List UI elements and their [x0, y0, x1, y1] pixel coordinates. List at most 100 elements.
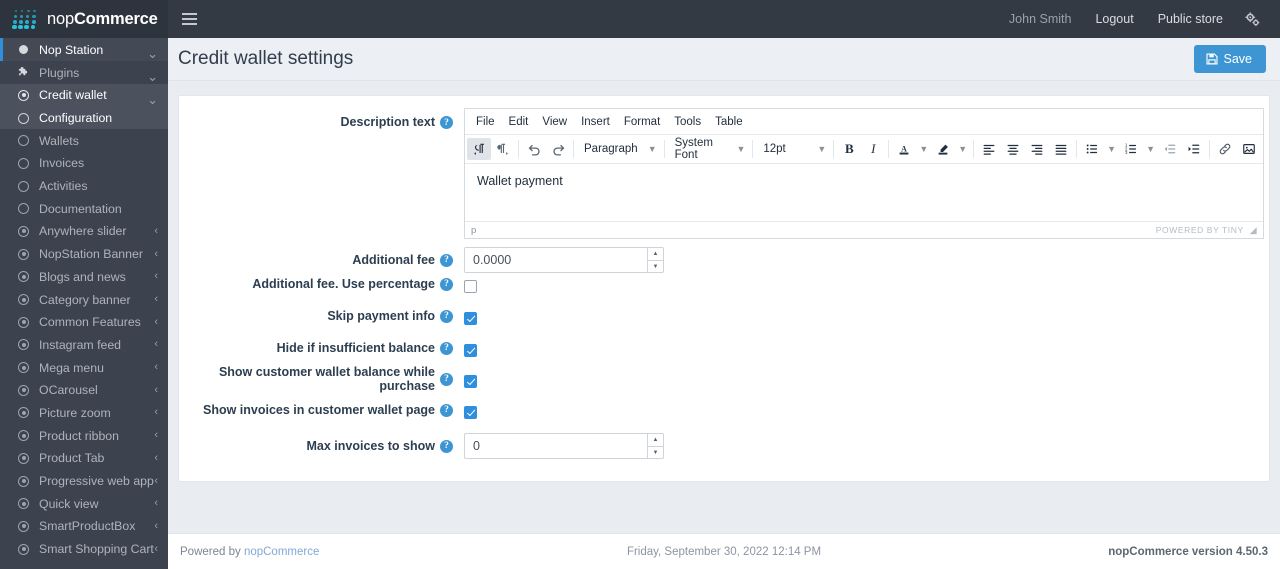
chevron-down-icon[interactable]: ⌄: [147, 70, 158, 83]
chevron-left-icon[interactable]: ‹: [154, 362, 158, 373]
chevron-left-icon[interactable]: ‹: [154, 452, 158, 464]
editor-menu-view[interactable]: View: [535, 113, 574, 131]
rich-text-editor[interactable]: FileEditViewInsertFormatToolsTable: [464, 108, 1264, 239]
sidebar-item-mega-menu[interactable]: Mega menu ‹: [0, 356, 168, 379]
sidebar-item-invoices[interactable]: Invoices: [0, 152, 168, 175]
user-name-link[interactable]: John Smith: [997, 0, 1084, 38]
outdent-icon[interactable]: [1158, 138, 1182, 160]
sidebar-item-nop-station[interactable]: Nop Station ⌄: [0, 38, 168, 61]
chevron-left-icon[interactable]: ‹: [154, 271, 158, 282]
use-percentage-checkbox[interactable]: [464, 280, 477, 294]
sidebar-item-product-tab[interactable]: Product Tab ‹: [0, 447, 168, 470]
chevron-down-icon[interactable]: ⌄: [147, 47, 158, 60]
italic-icon[interactable]: I: [861, 138, 885, 160]
paragraph-style-select[interactable]: Paragraph ▼: [577, 138, 661, 160]
chevron-left-icon[interactable]: ‹: [154, 339, 158, 350]
spinner-up-icon[interactable]: ▲: [647, 433, 664, 447]
help-icon[interactable]: ?: [440, 403, 453, 417]
show-balance-checkbox[interactable]: [464, 375, 477, 389]
resize-handle-icon[interactable]: ◢: [1250, 225, 1257, 236]
sidebar-item-progressive-web-app[interactable]: Progressive web app ‹: [0, 470, 168, 493]
editor-menu-file[interactable]: File: [469, 113, 502, 131]
chevron-left-icon[interactable]: ‹: [154, 407, 158, 418]
chevron-down-icon[interactable]: ⌄: [147, 93, 158, 106]
sidebar-item-category-banner[interactable]: Category banner ‹: [0, 288, 168, 311]
sidebar-item-blogs-and-news[interactable]: Blogs and news ‹: [0, 266, 168, 289]
chevron-left-icon[interactable]: ‹: [154, 384, 158, 396]
sidebar-item-instagram-feed[interactable]: Instagram feed ‹: [0, 334, 168, 357]
redo-icon[interactable]: [546, 138, 570, 160]
sidebar-item-anywhere-slider[interactable]: Anywhere slider ‹: [0, 220, 168, 243]
editor-menu-insert[interactable]: Insert: [574, 113, 617, 131]
sidebar-item-smartproductbox[interactable]: SmartProductBox ‹: [0, 515, 168, 538]
font-family-select[interactable]: System Font ▼: [668, 137, 750, 161]
sidebar-item-configuration[interactable]: Configuration: [0, 106, 168, 130]
additional-fee-stepper[interactable]: ▲ ▼: [464, 247, 664, 273]
bold-icon[interactable]: B: [837, 138, 861, 160]
max-invoices-input[interactable]: [464, 433, 647, 460]
additional-fee-spinner[interactable]: ▲ ▼: [647, 247, 664, 273]
sidebar-item-activities[interactable]: Activities: [0, 175, 168, 198]
editor-menu-format[interactable]: Format: [617, 113, 667, 131]
chevron-left-icon[interactable]: ‹: [154, 543, 158, 555]
chevron-down-icon[interactable]: ▼: [955, 144, 970, 154]
sidebar-item-product-ribbon[interactable]: Product ribbon ‹: [0, 424, 168, 447]
logout-link[interactable]: Logout: [1083, 0, 1145, 38]
bullet-list-icon[interactable]: [1080, 138, 1104, 160]
chevron-left-icon[interactable]: ‹: [154, 520, 158, 532]
font-size-select[interactable]: 12pt ▼: [756, 138, 830, 160]
help-icon[interactable]: ?: [440, 341, 453, 355]
chevron-left-icon[interactable]: ‹: [154, 498, 158, 509]
sidebar-item-common-features[interactable]: Common Features ‹: [0, 311, 168, 334]
chevron-down-icon[interactable]: ▼: [1143, 144, 1158, 154]
chevron-left-icon[interactable]: ‹: [154, 248, 158, 260]
image-icon[interactable]: [1237, 138, 1261, 160]
help-icon[interactable]: ?: [440, 372, 453, 386]
public-store-link[interactable]: Public store: [1146, 0, 1235, 38]
rtl-direction-icon[interactable]: [491, 138, 515, 160]
show-invoices-checkbox[interactable]: [464, 406, 477, 420]
max-invoices-spinner[interactable]: ▲ ▼: [647, 433, 664, 460]
undo-icon[interactable]: [522, 138, 546, 160]
help-icon[interactable]: ?: [440, 277, 453, 291]
chevron-left-icon[interactable]: ‹: [154, 316, 158, 328]
editor-element-path[interactable]: p: [471, 225, 477, 236]
editor-menu-table[interactable]: Table: [708, 113, 750, 131]
additional-fee-input[interactable]: [464, 247, 647, 273]
spinner-down-icon[interactable]: ▼: [647, 260, 664, 273]
editor-menu-tools[interactable]: Tools: [667, 113, 708, 131]
text-color-icon[interactable]: A: [892, 138, 916, 160]
sidebar-item-documentation[interactable]: Documentation: [0, 197, 168, 220]
sidebar-item-plugins[interactable]: Plugins ⌄: [0, 61, 168, 84]
spinner-up-icon[interactable]: ▲: [647, 247, 664, 260]
editor-content-area[interactable]: Wallet payment: [465, 164, 1263, 221]
sidebar-item-quick-view[interactable]: Quick view ‹: [0, 492, 168, 515]
help-icon[interactable]: ?: [440, 439, 453, 453]
sidebar-item-picture-zoom[interactable]: Picture zoom ‹: [0, 402, 168, 425]
editor-menu-edit[interactable]: Edit: [502, 113, 536, 131]
save-button[interactable]: Save: [1193, 45, 1266, 73]
max-invoices-stepper[interactable]: ▲ ▼: [464, 433, 664, 460]
hamburger-icon[interactable]: [172, 0, 206, 38]
ltr-direction-icon[interactable]: [467, 138, 491, 160]
skip-payment-info-checkbox[interactable]: [464, 312, 477, 326]
spinner-down-icon[interactable]: ▼: [647, 446, 664, 460]
hide-if-insufficient-checkbox[interactable]: [464, 344, 477, 358]
chevron-down-icon[interactable]: ▼: [1104, 144, 1119, 154]
highlight-color-icon[interactable]: [931, 138, 955, 160]
help-icon[interactable]: ?: [440, 116, 453, 129]
align-center-icon[interactable]: [1001, 138, 1025, 160]
sidebar-item-wallets[interactable]: Wallets: [0, 129, 168, 152]
sidebar-item-nopstation-banner[interactable]: NopStation Banner ‹: [0, 243, 168, 266]
link-icon[interactable]: [1213, 138, 1237, 160]
chevron-down-icon[interactable]: ▼: [916, 144, 931, 154]
sidebar-item-smart-shopping-cart[interactable]: Smart Shopping Cart ‹: [0, 538, 168, 561]
sidebar-item-credit-wallet[interactable]: Credit wallet ⌄: [0, 84, 168, 107]
chevron-left-icon[interactable]: ‹: [154, 294, 158, 305]
align-justify-icon[interactable]: [1049, 138, 1073, 160]
help-icon[interactable]: ?: [440, 253, 453, 267]
tiny-branding[interactable]: POWERED BY TINY: [1156, 225, 1244, 235]
sidebar-nav[interactable]: Nop Station ⌄ Plugins ⌄ Credit wallet ⌄ Config…: [0, 38, 168, 569]
chevron-left-icon[interactable]: ‹: [154, 475, 158, 487]
numbered-list-icon[interactable]: 123: [1119, 138, 1143, 160]
